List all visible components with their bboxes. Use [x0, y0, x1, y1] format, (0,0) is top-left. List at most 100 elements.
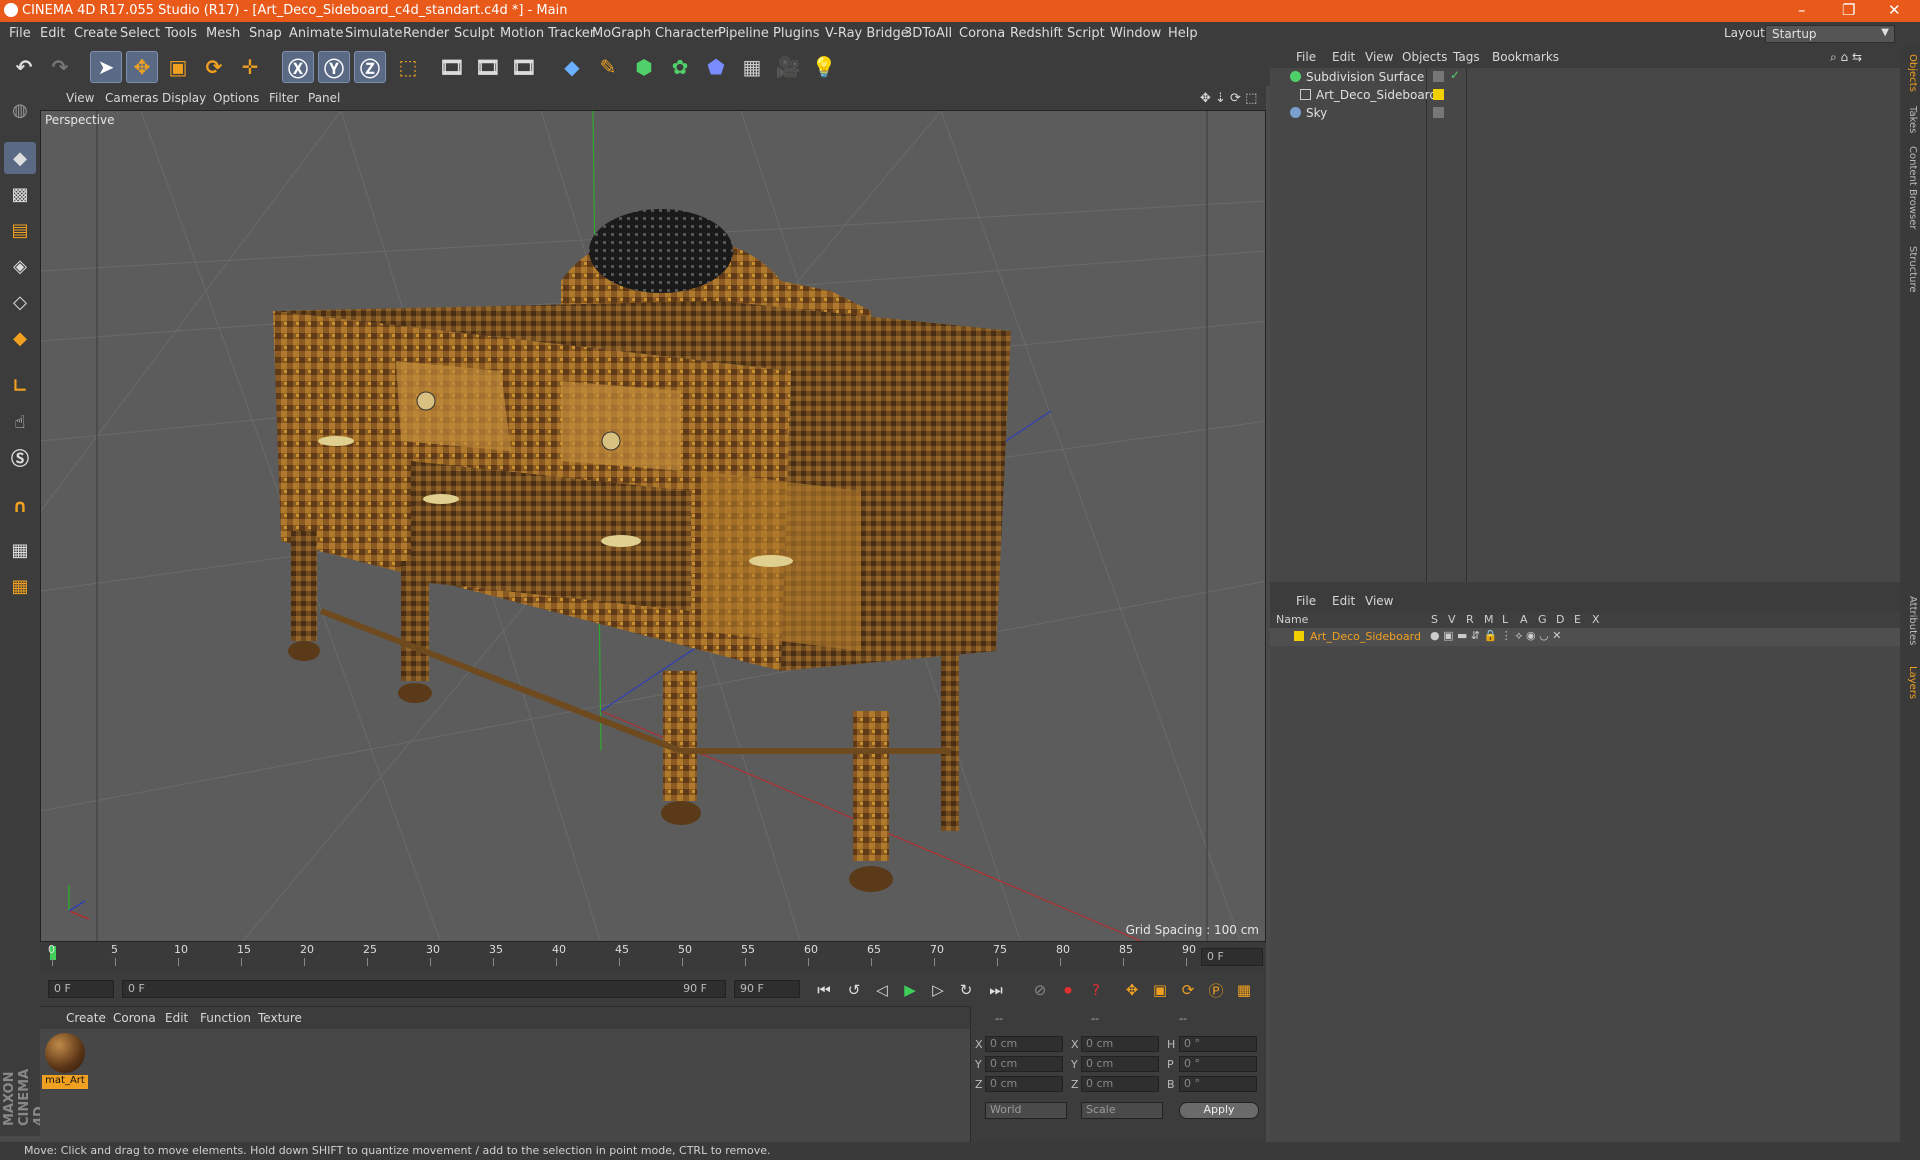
- tab-takes[interactable]: Takes: [1902, 106, 1918, 133]
- menu-file[interactable]: File: [9, 26, 31, 41]
- tab-content-browser[interactable]: Content Browser: [1902, 146, 1918, 229]
- menu-mograph[interactable]: MoGraph: [592, 26, 651, 41]
- go-to-start-icon[interactable]: ⏮: [812, 978, 836, 1002]
- menu-redshift[interactable]: Redshift: [1010, 26, 1063, 41]
- workplane-grid-icon[interactable]: ▦: [4, 570, 36, 602]
- model-mode-icon[interactable]: ◆: [4, 142, 36, 174]
- tab-structure[interactable]: Structure: [1902, 246, 1918, 293]
- object-row-art-deco-sideboard[interactable]: Art_Deco_Sideboard: [1270, 86, 1900, 104]
- size-x-field[interactable]: 0 cm: [1081, 1036, 1159, 1052]
- restore-button[interactable]: ❐: [1842, 1, 1855, 19]
- viewport-menu-cameras[interactable]: Cameras: [105, 91, 158, 105]
- end-frame-field[interactable]: 90 F: [734, 980, 800, 998]
- autokey-icon[interactable]: ?: [1084, 978, 1108, 1002]
- close-button[interactable]: ✕: [1888, 1, 1901, 19]
- keyframe-icon[interactable]: ⊘: [1028, 978, 1052, 1002]
- frame-range-slider[interactable]: 0 F 90 F: [122, 980, 726, 998]
- menu-sculpt[interactable]: Sculpt: [454, 26, 495, 41]
- start-frame-field[interactable]: 0 F: [48, 980, 114, 998]
- select-cursor-icon[interactable]: ➤: [90, 51, 122, 83]
- position-z-field[interactable]: 0 cm: [985, 1076, 1063, 1092]
- next-frame-icon[interactable]: ▷: [926, 978, 950, 1002]
- key-pla-icon[interactable]: ▦: [1232, 978, 1256, 1002]
- layer-toggle-icons[interactable]: ● ▣ ▬ ⇵ 🔒 ⋮ ⟡ ◉ ◡ ✕: [1430, 629, 1561, 643]
- z-axis-lock-icon[interactable]: Ⓩ: [354, 51, 386, 83]
- magnet-icon[interactable]: ∩: [4, 490, 36, 522]
- size-z-field[interactable]: 0 cm: [1081, 1076, 1159, 1092]
- menu-3dtoall[interactable]: 3DToAll: [904, 26, 952, 41]
- menu-vray-bridge[interactable]: V-Ray Bridge: [825, 26, 909, 41]
- tab-layers[interactable]: Layers: [1902, 666, 1918, 699]
- enabled-check-icon[interactable]: ✓: [1450, 68, 1460, 82]
- size-y-field[interactable]: 0 cm: [1081, 1056, 1159, 1072]
- layer-row-art-deco-sideboard[interactable]: Art_Deco_Sideboard ● ▣ ▬ ⇵ 🔒 ⋮ ⟡ ◉ ◡ ✕: [1270, 628, 1900, 646]
- render-picture-viewer-icon[interactable]: 🎞: [472, 51, 504, 83]
- objects-menu-edit[interactable]: Edit: [1332, 50, 1355, 64]
- objects-menu-objects[interactable]: Objects: [1402, 50, 1447, 64]
- menu-render[interactable]: Render: [403, 26, 449, 41]
- object-row-subdivision-surface[interactable]: Subdivision Surface ✓: [1270, 68, 1900, 86]
- subdivision-surface-icon[interactable]: ⬢: [628, 51, 660, 83]
- coord-system-select[interactable]: World: [985, 1102, 1067, 1119]
- cube-primitive-icon[interactable]: ◆: [556, 51, 588, 83]
- snap-icon[interactable]: Ⓢ: [4, 442, 36, 474]
- layer-tag-icon[interactable]: [1433, 107, 1444, 118]
- menu-select[interactable]: Select: [120, 26, 160, 41]
- menu-mesh[interactable]: Mesh: [206, 26, 240, 41]
- menu-help[interactable]: Help: [1168, 26, 1198, 41]
- redo-icon[interactable]: ↷: [44, 51, 76, 83]
- viewport-menu-panel[interactable]: Panel: [308, 91, 340, 105]
- rotation-h-field[interactable]: 0 °: [1179, 1036, 1257, 1052]
- camera-icon[interactable]: 🎥: [772, 51, 804, 83]
- transform-tool-icon[interactable]: ✛: [234, 51, 266, 83]
- search-icon[interactable]: ⌕ ⌂ ⇆: [1830, 50, 1862, 65]
- viewport-menu-filter[interactable]: Filter: [269, 91, 299, 105]
- layout-select[interactable]: Startup ▼: [1765, 25, 1895, 43]
- undo-icon[interactable]: ↶: [8, 51, 40, 83]
- menu-simulate[interactable]: Simulate: [345, 26, 402, 41]
- x-axis-lock-icon[interactable]: Ⓧ: [282, 51, 314, 83]
- objects-menu-bookmarks[interactable]: Bookmarks: [1492, 50, 1559, 64]
- layers-menu-edit[interactable]: Edit: [1332, 594, 1355, 608]
- coordinate-system-icon[interactable]: ⬚: [392, 51, 424, 83]
- menu-edit[interactable]: Edit: [40, 26, 65, 41]
- material-swatch[interactable]: mat_Art: [42, 1031, 88, 1091]
- menu-character[interactable]: Character: [655, 26, 719, 41]
- viewport-nav-icon[interactable]: ✥ ⇣ ⟳ ⬚: [1200, 91, 1257, 106]
- viewport-menu-view[interactable]: View: [66, 91, 94, 105]
- layers-menu-view[interactable]: View: [1365, 594, 1393, 608]
- position-y-field[interactable]: 0 cm: [985, 1056, 1063, 1072]
- go-to-end-icon[interactable]: ⏭: [984, 978, 1008, 1002]
- axis-mode-icon[interactable]: ∟: [4, 370, 36, 402]
- play-icon[interactable]: ▶: [898, 978, 922, 1002]
- spline-pen-icon[interactable]: ✎: [592, 51, 624, 83]
- objects-menu-file[interactable]: File: [1296, 50, 1316, 64]
- layer-color-swatch[interactable]: [1433, 89, 1444, 100]
- workplane-mode-icon[interactable]: ▤: [4, 214, 36, 246]
- current-frame-field[interactable]: 0 F: [1201, 948, 1263, 966]
- polygons-mode-icon[interactable]: ◆: [4, 322, 36, 354]
- render-view-icon[interactable]: 🎞: [436, 51, 468, 83]
- layer-color-swatch[interactable]: [1294, 631, 1304, 641]
- move-tool-icon[interactable]: ✥: [126, 51, 158, 83]
- workplane-lock-icon[interactable]: ▦: [4, 534, 36, 566]
- rotation-p-field[interactable]: 0 °: [1179, 1056, 1257, 1072]
- objects-menu-tags[interactable]: Tags: [1453, 50, 1480, 64]
- layers-menu-file[interactable]: File: [1296, 594, 1316, 608]
- tab-objects[interactable]: Objects: [1902, 54, 1918, 92]
- material-menu-edit[interactable]: Edit: [165, 1011, 188, 1025]
- previous-frame-icon[interactable]: ◁: [870, 978, 894, 1002]
- rotate-tool-icon[interactable]: ⟳: [198, 51, 230, 83]
- minimize-button[interactable]: –: [1798, 1, 1806, 19]
- position-x-field[interactable]: 0 cm: [985, 1036, 1063, 1052]
- menu-plugins[interactable]: Plugins: [773, 26, 820, 41]
- apply-button[interactable]: Apply: [1179, 1102, 1259, 1119]
- floor-icon[interactable]: ▦: [736, 51, 768, 83]
- menu-script[interactable]: Script: [1067, 26, 1105, 41]
- tab-attributes[interactable]: Attributes: [1902, 596, 1918, 645]
- perspective-viewport[interactable]: Perspective Grid Spacing : 100 cm: [40, 110, 1266, 942]
- material-menu-function[interactable]: Function: [200, 1011, 251, 1025]
- viewport-menu-options[interactable]: Options: [213, 91, 259, 105]
- menu-pipeline[interactable]: Pipeline: [718, 26, 769, 41]
- previous-key-icon[interactable]: ↺: [842, 978, 866, 1002]
